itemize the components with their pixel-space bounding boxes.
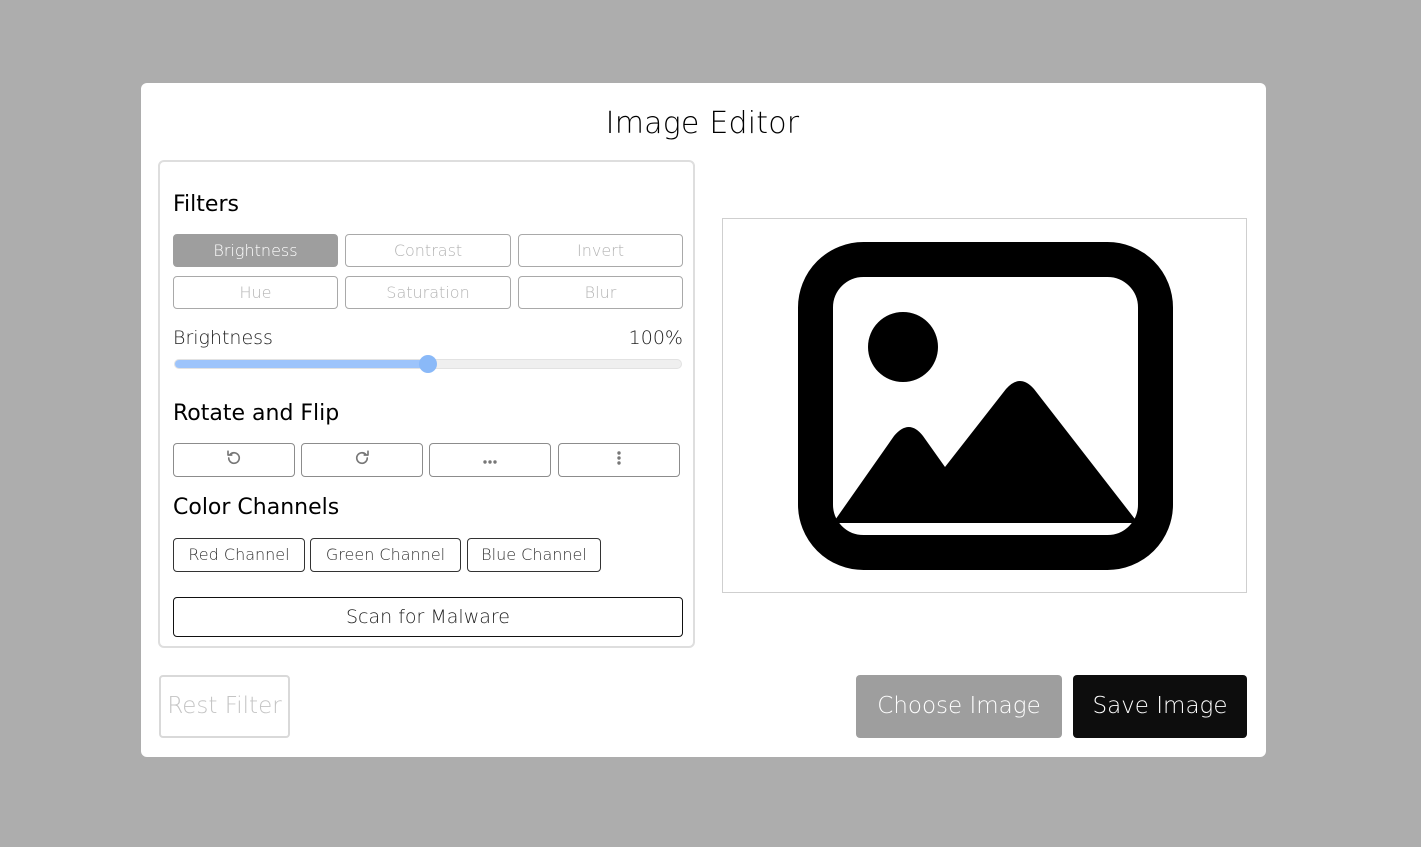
- rotate-right-button[interactable]: [301, 443, 423, 477]
- filter-hue-button[interactable]: Hue: [173, 276, 338, 309]
- flip-horizontal-icon: [481, 451, 499, 470]
- color-channels-heading: Color Channels: [173, 495, 340, 520]
- save-image-button[interactable]: Save Image: [1073, 675, 1247, 738]
- rotate-flip-heading: Rotate and Flip: [173, 401, 340, 426]
- blue-channel-button[interactable]: Blue Channel: [467, 538, 601, 572]
- filters-heading: Filters: [173, 192, 239, 217]
- choose-image-button[interactable]: Choose Image: [856, 675, 1062, 738]
- filter-brightness-button[interactable]: Brightness: [173, 234, 338, 267]
- reset-filter-button[interactable]: Rest Filter: [159, 675, 290, 738]
- slider-name-label: Brightness: [173, 327, 273, 349]
- flip-vertical-button[interactable]: [558, 443, 680, 477]
- filter-contrast-button[interactable]: Contrast: [345, 234, 511, 267]
- filter-saturation-button[interactable]: Saturation: [345, 276, 511, 309]
- slider-value-label: 100%: [628, 327, 683, 349]
- scan-malware-button[interactable]: Scan for Malware: [173, 597, 683, 637]
- slider-fill: [175, 360, 428, 368]
- rotate-left-icon: [225, 449, 243, 471]
- image-preview: [722, 218, 1247, 593]
- page-title: Image Editor: [605, 106, 800, 141]
- rotate-left-button[interactable]: [173, 443, 295, 477]
- flip-horizontal-button[interactable]: [429, 443, 551, 477]
- filter-blur-button[interactable]: Blur: [518, 276, 683, 309]
- filter-invert-button[interactable]: Invert: [518, 234, 683, 267]
- slider-thumb[interactable]: [419, 355, 437, 373]
- rotate-right-icon: [353, 449, 371, 471]
- brightness-slider[interactable]: [174, 355, 682, 373]
- green-channel-button[interactable]: Green Channel: [310, 538, 461, 572]
- red-channel-button[interactable]: Red Channel: [173, 538, 305, 572]
- image-placeholder-icon: [723, 219, 1246, 592]
- flip-vertical-icon: [615, 449, 623, 471]
